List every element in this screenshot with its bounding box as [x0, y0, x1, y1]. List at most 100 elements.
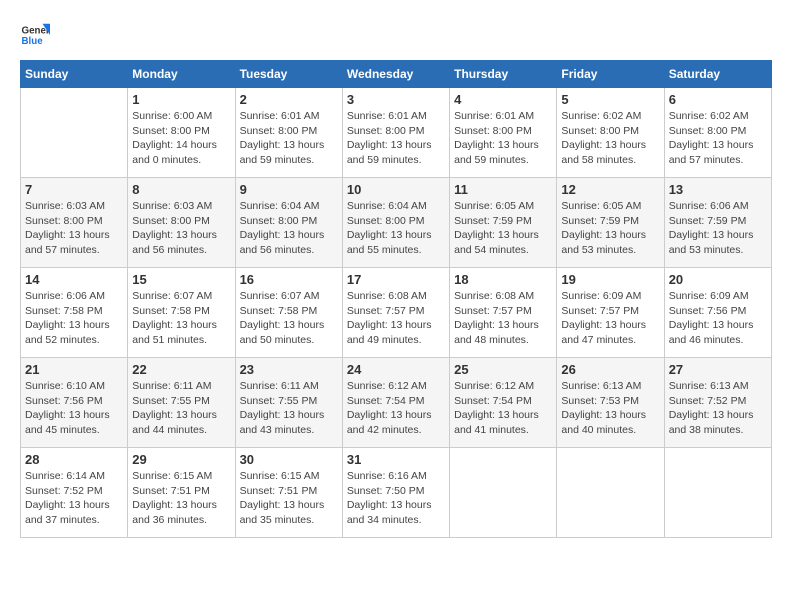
calendar-cell: 3 Sunrise: 6:01 AM Sunset: 8:00 PM Dayli… [342, 88, 449, 178]
daylight-text: Daylight: 13 hours and 56 minutes. [240, 228, 338, 257]
sunrise-text: Sunrise: 6:12 AM [347, 379, 445, 394]
weekday-header: Saturday [664, 61, 771, 88]
day-number: 14 [25, 272, 123, 287]
calendar-cell: 1 Sunrise: 6:00 AM Sunset: 8:00 PM Dayli… [128, 88, 235, 178]
day-number: 31 [347, 452, 445, 467]
sunrise-text: Sunrise: 6:14 AM [25, 469, 123, 484]
calendar-cell: 20 Sunrise: 6:09 AM Sunset: 7:56 PM Dayl… [664, 268, 771, 358]
svg-text:Blue: Blue [22, 36, 44, 47]
sunrise-text: Sunrise: 6:13 AM [561, 379, 659, 394]
sunset-text: Sunset: 7:50 PM [347, 484, 445, 499]
sunset-text: Sunset: 7:54 PM [454, 394, 552, 409]
calendar-cell: 6 Sunrise: 6:02 AM Sunset: 8:00 PM Dayli… [664, 88, 771, 178]
calendar-cell: 10 Sunrise: 6:04 AM Sunset: 8:00 PM Dayl… [342, 178, 449, 268]
calendar-cell: 25 Sunrise: 6:12 AM Sunset: 7:54 PM Dayl… [450, 358, 557, 448]
sunset-text: Sunset: 7:52 PM [25, 484, 123, 499]
sunrise-text: Sunrise: 6:12 AM [454, 379, 552, 394]
sunset-text: Sunset: 8:00 PM [454, 124, 552, 139]
weekday-header: Monday [128, 61, 235, 88]
day-number: 1 [132, 92, 230, 107]
calendar-cell: 9 Sunrise: 6:04 AM Sunset: 8:00 PM Dayli… [235, 178, 342, 268]
sunrise-text: Sunrise: 6:05 AM [454, 199, 552, 214]
calendar-week-row: 1 Sunrise: 6:00 AM Sunset: 8:00 PM Dayli… [21, 88, 772, 178]
sunrise-text: Sunrise: 6:01 AM [454, 109, 552, 124]
daylight-text: Daylight: 13 hours and 49 minutes. [347, 318, 445, 347]
day-info: Sunrise: 6:01 AM Sunset: 8:00 PM Dayligh… [454, 109, 552, 168]
sunrise-text: Sunrise: 6:07 AM [240, 289, 338, 304]
daylight-text: Daylight: 13 hours and 45 minutes. [25, 408, 123, 437]
day-number: 10 [347, 182, 445, 197]
day-info: Sunrise: 6:11 AM Sunset: 7:55 PM Dayligh… [132, 379, 230, 438]
day-number: 23 [240, 362, 338, 377]
sunset-text: Sunset: 7:51 PM [240, 484, 338, 499]
daylight-text: Daylight: 13 hours and 58 minutes. [561, 138, 659, 167]
day-info: Sunrise: 6:09 AM Sunset: 7:57 PM Dayligh… [561, 289, 659, 348]
daylight-text: Daylight: 13 hours and 59 minutes. [347, 138, 445, 167]
sunset-text: Sunset: 7:55 PM [240, 394, 338, 409]
day-info: Sunrise: 6:11 AM Sunset: 7:55 PM Dayligh… [240, 379, 338, 438]
logo-icon: General Blue [20, 20, 50, 50]
weekday-header: Friday [557, 61, 664, 88]
day-number: 4 [454, 92, 552, 107]
day-info: Sunrise: 6:09 AM Sunset: 7:56 PM Dayligh… [669, 289, 767, 348]
daylight-text: Daylight: 13 hours and 46 minutes. [669, 318, 767, 347]
calendar-week-row: 14 Sunrise: 6:06 AM Sunset: 7:58 PM Dayl… [21, 268, 772, 358]
daylight-text: Daylight: 13 hours and 51 minutes. [132, 318, 230, 347]
day-info: Sunrise: 6:04 AM Sunset: 8:00 PM Dayligh… [347, 199, 445, 258]
sunset-text: Sunset: 8:00 PM [132, 124, 230, 139]
calendar-cell: 14 Sunrise: 6:06 AM Sunset: 7:58 PM Dayl… [21, 268, 128, 358]
daylight-text: Daylight: 13 hours and 53 minutes. [669, 228, 767, 257]
sunset-text: Sunset: 7:57 PM [454, 304, 552, 319]
day-info: Sunrise: 6:02 AM Sunset: 8:00 PM Dayligh… [561, 109, 659, 168]
daylight-text: Daylight: 13 hours and 41 minutes. [454, 408, 552, 437]
sunrise-text: Sunrise: 6:02 AM [561, 109, 659, 124]
daylight-text: Daylight: 13 hours and 37 minutes. [25, 498, 123, 527]
day-info: Sunrise: 6:01 AM Sunset: 8:00 PM Dayligh… [347, 109, 445, 168]
day-number: 3 [347, 92, 445, 107]
day-number: 7 [25, 182, 123, 197]
sunset-text: Sunset: 7:51 PM [132, 484, 230, 499]
sunrise-text: Sunrise: 6:07 AM [132, 289, 230, 304]
daylight-text: Daylight: 13 hours and 40 minutes. [561, 408, 659, 437]
sunrise-text: Sunrise: 6:11 AM [240, 379, 338, 394]
sunrise-text: Sunrise: 6:03 AM [25, 199, 123, 214]
day-info: Sunrise: 6:05 AM Sunset: 7:59 PM Dayligh… [561, 199, 659, 258]
day-number: 2 [240, 92, 338, 107]
day-number: 24 [347, 362, 445, 377]
sunrise-text: Sunrise: 6:01 AM [240, 109, 338, 124]
calendar-cell: 17 Sunrise: 6:08 AM Sunset: 7:57 PM Dayl… [342, 268, 449, 358]
calendar-cell: 13 Sunrise: 6:06 AM Sunset: 7:59 PM Dayl… [664, 178, 771, 268]
sunset-text: Sunset: 8:00 PM [240, 124, 338, 139]
calendar-cell: 15 Sunrise: 6:07 AM Sunset: 7:58 PM Dayl… [128, 268, 235, 358]
day-info: Sunrise: 6:15 AM Sunset: 7:51 PM Dayligh… [240, 469, 338, 528]
calendar-cell [450, 448, 557, 538]
calendar-cell: 24 Sunrise: 6:12 AM Sunset: 7:54 PM Dayl… [342, 358, 449, 448]
sunrise-text: Sunrise: 6:06 AM [669, 199, 767, 214]
sunset-text: Sunset: 7:59 PM [561, 214, 659, 229]
daylight-text: Daylight: 14 hours and 0 minutes. [132, 138, 230, 167]
day-number: 6 [669, 92, 767, 107]
day-number: 19 [561, 272, 659, 287]
calendar-week-row: 7 Sunrise: 6:03 AM Sunset: 8:00 PM Dayli… [21, 178, 772, 268]
sunset-text: Sunset: 7:59 PM [454, 214, 552, 229]
day-number: 16 [240, 272, 338, 287]
weekday-header: Tuesday [235, 61, 342, 88]
day-info: Sunrise: 6:07 AM Sunset: 7:58 PM Dayligh… [240, 289, 338, 348]
day-info: Sunrise: 6:15 AM Sunset: 7:51 PM Dayligh… [132, 469, 230, 528]
calendar-cell: 4 Sunrise: 6:01 AM Sunset: 8:00 PM Dayli… [450, 88, 557, 178]
daylight-text: Daylight: 13 hours and 47 minutes. [561, 318, 659, 347]
day-info: Sunrise: 6:12 AM Sunset: 7:54 PM Dayligh… [454, 379, 552, 438]
daylight-text: Daylight: 13 hours and 56 minutes. [132, 228, 230, 257]
calendar-cell: 22 Sunrise: 6:11 AM Sunset: 7:55 PM Dayl… [128, 358, 235, 448]
day-number: 22 [132, 362, 230, 377]
day-number: 15 [132, 272, 230, 287]
sunrise-text: Sunrise: 6:02 AM [669, 109, 767, 124]
daylight-text: Daylight: 13 hours and 36 minutes. [132, 498, 230, 527]
calendar-cell: 27 Sunrise: 6:13 AM Sunset: 7:52 PM Dayl… [664, 358, 771, 448]
sunset-text: Sunset: 7:55 PM [132, 394, 230, 409]
calendar-cell: 12 Sunrise: 6:05 AM Sunset: 7:59 PM Dayl… [557, 178, 664, 268]
sunset-text: Sunset: 8:00 PM [240, 214, 338, 229]
calendar-cell: 18 Sunrise: 6:08 AM Sunset: 7:57 PM Dayl… [450, 268, 557, 358]
day-info: Sunrise: 6:01 AM Sunset: 8:00 PM Dayligh… [240, 109, 338, 168]
sunrise-text: Sunrise: 6:13 AM [669, 379, 767, 394]
